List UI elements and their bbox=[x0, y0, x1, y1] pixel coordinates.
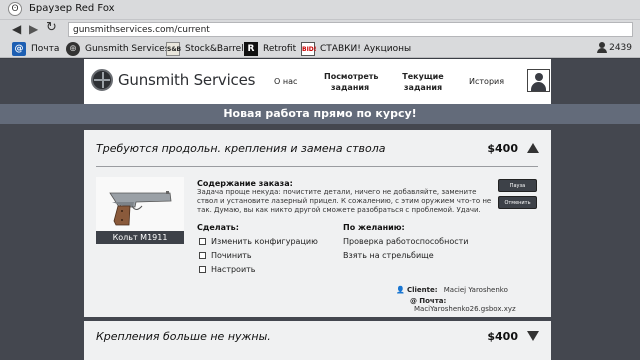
gunsmith-logo-icon: ⊕ bbox=[66, 41, 80, 56]
bookmark-auctions[interactable]: BID! СТАВКИ! Аукционы bbox=[301, 41, 411, 56]
bookmark-retrofit[interactable]: R Retrofit bbox=[244, 41, 296, 56]
client-info: 👤 Cliente: Maciej Yaroshenko bbox=[396, 286, 508, 294]
job-title[interactable]: Крепления больше не нужны. bbox=[96, 330, 271, 343]
at-icon: @ bbox=[410, 297, 417, 305]
crosshair-logo-icon bbox=[91, 69, 113, 91]
job-price: $400 bbox=[487, 142, 518, 155]
avatar-head bbox=[535, 73, 543, 81]
retrofit-icon: R bbox=[244, 41, 258, 56]
checkbox[interactable] bbox=[199, 266, 206, 273]
todo-item[interactable]: Настроить bbox=[199, 265, 256, 274]
red-fox-browser-icon: ʘ bbox=[8, 2, 22, 16]
address-bar: ◀ ▶ ↻ bbox=[0, 19, 640, 39]
collapse-arrow-icon[interactable] bbox=[527, 143, 539, 153]
bookmark-mail[interactable]: @ Почта bbox=[12, 41, 59, 56]
page-viewport: Gunsmith Services О нас Посмотреть задан… bbox=[0, 59, 640, 360]
optional-item[interactable]: Проверка работоспособности bbox=[343, 237, 468, 246]
job-price: $400 bbox=[487, 330, 518, 343]
bookmark-label: Retrofit bbox=[263, 43, 297, 54]
nav-history[interactable]: История bbox=[469, 76, 504, 87]
new-job-banner: Новая работа прямо по курсу! bbox=[0, 104, 640, 124]
optional-item[interactable]: Взять на стрельбище bbox=[343, 251, 434, 260]
gun-thumbnail: Кольт M1911 bbox=[96, 177, 184, 244]
user-count-value: 2439 bbox=[609, 42, 632, 53]
client-mail[interactable]: MaciYaroshenko26.gsbox.xyz bbox=[414, 305, 516, 313]
url-input[interactable] bbox=[68, 22, 633, 37]
mail-info: @ Почта: MaciYaroshenko26.gsbox.xyz bbox=[410, 297, 551, 313]
expand-arrow-icon[interactable] bbox=[527, 331, 539, 341]
checkbox[interactable] bbox=[199, 238, 206, 245]
bookmarks-bar: @ Почта ⊕ Gunsmith Services S&B Stock&Ba… bbox=[0, 39, 640, 58]
user-count: 2439 bbox=[597, 42, 632, 53]
profile-avatar[interactable] bbox=[527, 69, 550, 92]
job-title[interactable]: Требуются продольн. крепления и замена с… bbox=[96, 142, 386, 155]
mail-icon: @ bbox=[12, 41, 26, 56]
bookmark-label: Почта bbox=[31, 43, 60, 54]
gun-name-label: Кольт M1911 bbox=[96, 231, 184, 244]
todo-item[interactable]: Изменить конфигурацию bbox=[199, 237, 318, 246]
window-title: Браузер Red Fox bbox=[29, 3, 115, 14]
todo-label: Настроить bbox=[211, 265, 256, 274]
bookmark-label: Stock&Barrel bbox=[185, 43, 244, 54]
optional-heading: По желанию: bbox=[343, 223, 405, 232]
order-description: Задача проще некуда: почистите детали, н… bbox=[197, 188, 492, 214]
stock-barrel-icon: S&B bbox=[166, 41, 181, 56]
pause-button[interactable]: Пауза bbox=[498, 179, 537, 192]
forward-arrow-icon[interactable]: ▶ bbox=[29, 23, 38, 35]
site-header: Gunsmith Services О нас Посмотреть задан… bbox=[84, 59, 551, 104]
site-logo-text[interactable]: Gunsmith Services bbox=[118, 71, 255, 89]
client-label: Cliente: bbox=[406, 286, 438, 294]
order-contents-heading: Содержание заказа: bbox=[197, 179, 293, 188]
bid-icon: BID! bbox=[301, 41, 317, 56]
todo-heading: Сделать: bbox=[197, 223, 239, 232]
refresh-icon[interactable]: ↻ bbox=[46, 21, 57, 34]
todo-label: Изменить конфигурацию bbox=[211, 237, 318, 246]
back-arrow-icon[interactable]: ◀ bbox=[12, 23, 21, 35]
nav-view-jobs[interactable]: Посмотреть задания bbox=[324, 71, 378, 93]
nav-about[interactable]: О нас bbox=[274, 76, 297, 87]
client-name: Maciej Yaroshenko bbox=[443, 286, 508, 294]
user-icon: 👤 bbox=[396, 286, 405, 294]
bookmark-stock-barrel[interactable]: S&B Stock&Barrel bbox=[166, 41, 244, 56]
divider bbox=[96, 166, 538, 167]
window-titlebar: ʘ Браузер Red Fox bbox=[0, 0, 640, 19]
todo-label: Починить bbox=[211, 251, 252, 260]
nav-current-jobs[interactable]: Текущие задания bbox=[401, 71, 445, 93]
pistol-image bbox=[109, 191, 172, 226]
bookmark-label: СТАВКИ! Аукционы bbox=[320, 43, 412, 54]
bookmark-label: Gunsmith Services bbox=[85, 43, 170, 54]
bookmark-gunsmith[interactable]: ⊕ Gunsmith Services bbox=[66, 41, 169, 56]
todo-item[interactable]: Починить bbox=[199, 251, 252, 260]
mail-label: Почта: bbox=[419, 297, 447, 305]
job-card: Крепления больше не нужны. $400 bbox=[84, 321, 551, 360]
avatar-body bbox=[531, 82, 546, 91]
job-card: Требуются продольн. крепления и замена с… bbox=[84, 130, 551, 317]
user-icon bbox=[597, 42, 608, 53]
checkbox[interactable] bbox=[199, 252, 206, 259]
cancel-button[interactable]: Отменить bbox=[498, 196, 537, 209]
